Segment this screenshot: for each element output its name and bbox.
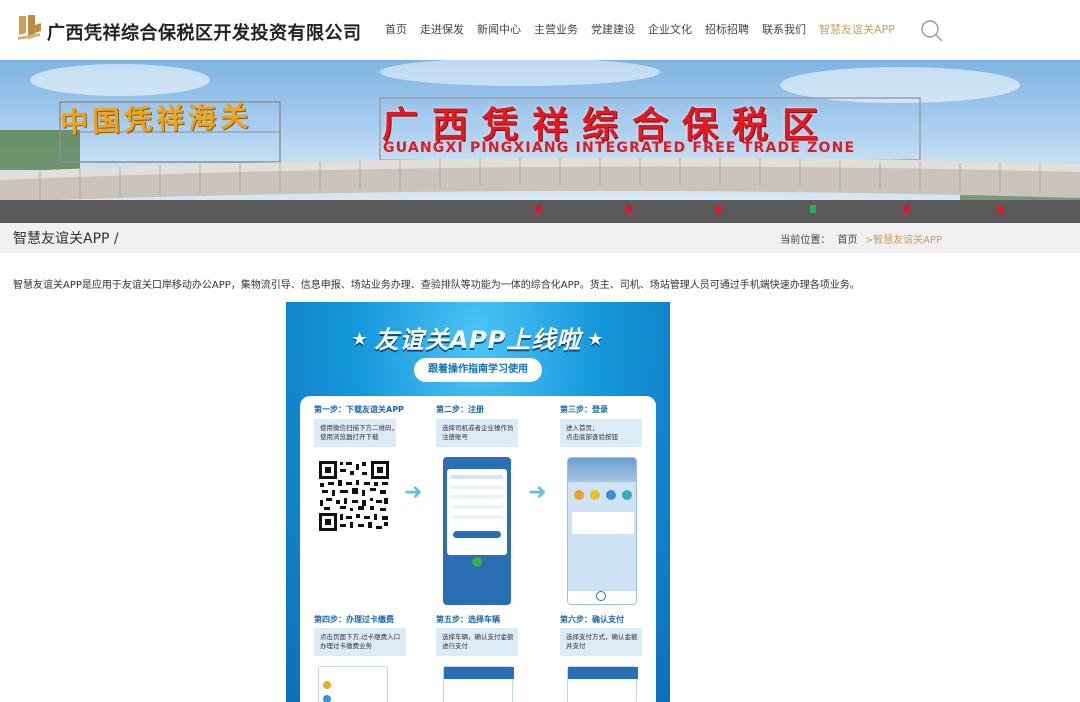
page-title: 智慧友谊关APP /: [13, 231, 119, 247]
app-description: 智慧友谊关APP是应用于友谊关口岸移动办公APP，集物流引导、信息申报、场站业务…: [13, 280, 860, 291]
step-5-box: 选择车辆，确认支付金额 进行支付: [436, 628, 518, 656]
search-icon: [596, 591, 606, 601]
home-banner-thumb: [568, 458, 636, 482]
company-logo[interactable]: [16, 13, 42, 47]
logo-mark-icon: [18, 15, 41, 40]
main-nav: 首页 走进保发 新闻中心 主营业务 党建建设 企业文化 招标招聘 联系我们 智慧…: [385, 22, 908, 38]
banner-subtitle: GUANGXI PINGXIANG INTEGRATED FREE TRADE …: [383, 140, 856, 156]
site-header: 广西凭祥综合保税区开发投资有限公司 首页 走进保发 新闻中心 主营业务 党建建设…: [0, 0, 1080, 60]
step-1-line-1: 使用微信扫描下方二维码，: [320, 424, 398, 432]
nav-news[interactable]: 新闻中心: [477, 22, 521, 38]
breadcrumb-bar: 智慧友谊关APP / 当前位置： 首页 >智慧友谊关APP: [0, 223, 1080, 253]
step-6-line-2: 并支付: [566, 642, 586, 650]
step-3-line-2: 点击底部查验按钮: [566, 433, 618, 441]
search-button[interactable]: [920, 19, 944, 43]
step-1-heading: 第一步：下载友谊关APP: [314, 405, 404, 414]
step-2-line-2: 注册账号: [442, 433, 468, 441]
breadcrumb: 当前位置： 首页 >智慧友谊关APP: [776, 231, 942, 246]
nav-business[interactable]: 主营业务: [534, 22, 578, 38]
step-4-line-1: 点击页面下方,过卡缴费入口: [320, 633, 401, 641]
step-1-box: 使用微信扫描下方二维码， 使用浏览器打开下载: [314, 419, 398, 447]
banner-left-sign: 中国凭祥海关: [59, 99, 253, 140]
nav-home[interactable]: 首页: [385, 22, 407, 38]
check-icon: [472, 557, 482, 567]
home-phone-mockup: [567, 457, 637, 605]
arrow-right-icon: ➜: [404, 480, 423, 505]
step-5-line-1: 选择车辆，确认支付金额: [442, 633, 514, 641]
poster-subtitle-pill: 跟着操作指南学习使用: [414, 358, 542, 382]
register-phone-mockup: [443, 457, 511, 605]
vehicle-phone-mockup: [443, 666, 514, 702]
step-3-heading: 第三步：登录: [560, 405, 608, 414]
step-4-box: 点击页面下方,过卡缴费入口 办理过卡缴费业务: [314, 628, 406, 656]
company-name[interactable]: 广西凭祥综合保税区开发投资有限公司: [47, 19, 362, 45]
poster-title-text: 友谊关APP上线啦: [374, 326, 582, 354]
nav-recruit[interactable]: 招标招聘: [705, 22, 749, 38]
breadcrumb-prefix: 当前位置：: [780, 235, 831, 246]
search-icon: [921, 20, 943, 42]
nav-culture[interactable]: 企业文化: [648, 22, 692, 38]
step-6-heading: 第六步：确认支付: [560, 615, 624, 624]
step-4-line-2: 办理过卡缴费业务: [320, 642, 372, 650]
step-2-line-1: 选择司机或者企业操作员: [442, 424, 514, 432]
step-5-line-2: 进行支付: [442, 642, 468, 650]
step-6-line-1: 选择支付方式，确认金额: [566, 633, 638, 641]
app-launch-poster: ★ 友谊关APP上线啦 ★ 跟着操作指南学习使用 第一步：下载友谊关APP 使用微信…: [286, 302, 670, 702]
step-2-heading: 第二步：注册: [436, 405, 484, 414]
breadcrumb-current[interactable]: >智慧友谊关APP: [865, 235, 942, 246]
step-3-line-1: 进入首页，: [566, 424, 599, 432]
step-3-box: 进入首页， 点击底部查验按钮: [560, 419, 642, 447]
step-1-line-2: 使用浏览器打开下载: [320, 433, 379, 441]
step-2-box: 选择司机或者企业操作员 注册账号: [436, 419, 518, 447]
star-icon: ★: [351, 329, 369, 350]
poster-title: ★ 友谊关APP上线啦 ★: [286, 320, 670, 355]
fee-phone-mockup: [318, 666, 388, 702]
download-qr-code: [318, 460, 390, 532]
nav-contact[interactable]: 联系我们: [762, 22, 806, 38]
step-4-heading: 第四步：办理过卡缴费: [314, 615, 394, 624]
register-form-panel: [447, 469, 507, 555]
nav-app[interactable]: 智慧友谊关APP: [819, 22, 895, 38]
nav-about[interactable]: 走进保发: [420, 22, 464, 38]
breadcrumb-home[interactable]: 首页: [838, 235, 858, 246]
arrow-right-icon: ➜: [528, 480, 547, 505]
nav-party[interactable]: 党建建设: [591, 22, 635, 38]
pay-phone-mockup: [567, 666, 638, 702]
step-6-box: 选择支付方式，确认金额 并支付: [560, 628, 642, 656]
hero-banner: 中国凭祥海关 广西凭祥综合保税区 GUANGXI PINGXIANG INTEG…: [0, 60, 1080, 223]
step-5-heading: 第五步：选择车辆: [436, 615, 500, 624]
star-icon: ★: [587, 329, 605, 350]
